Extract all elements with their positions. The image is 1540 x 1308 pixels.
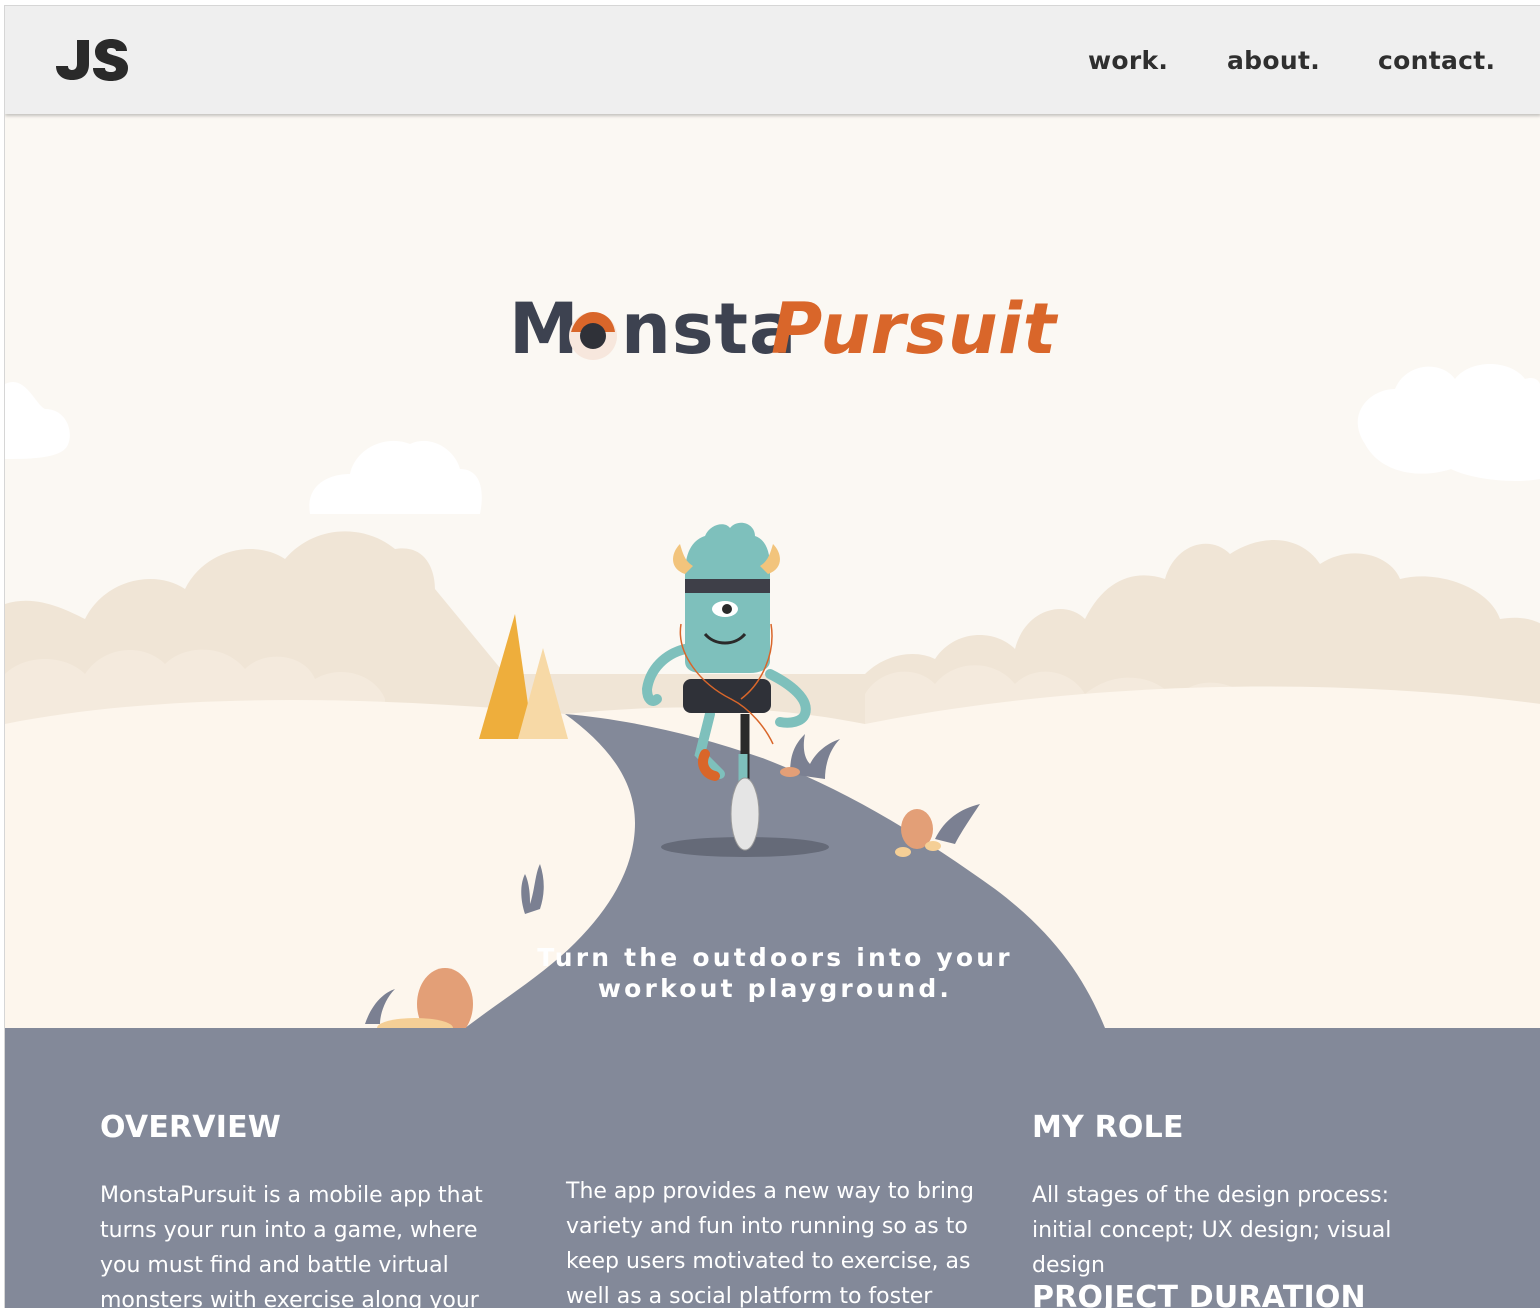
tagline-line-1: Turn the outdoors into your: [537, 943, 1013, 972]
overview-text-continued: The app provides a new way to bring vari…: [566, 1179, 974, 1308]
duration-heading: PROJECT DURATION: [1032, 1280, 1366, 1308]
white-clouds: [5, 364, 1540, 514]
js-logo-icon[interactable]: [55, 36, 129, 82]
brand-text-pursuit: Pursuit: [771, 288, 1057, 370]
hero-illustration: [5, 364, 1540, 1028]
project-info-section: OVERVIEW MonstaPursuit is a mobile app t…: [5, 1028, 1540, 1308]
nav-link-contact[interactable]: contact.: [1378, 46, 1495, 75]
role-text: All stages of the design process: initia…: [1032, 1183, 1392, 1278]
overview-heading: OVERVIEW: [100, 1110, 282, 1145]
overview-text: MonstaPursuit is a mobile app that turns…: [100, 1183, 483, 1308]
navbar: work. about. contact.: [5, 6, 1540, 114]
nav-link-work[interactable]: work.: [1088, 46, 1168, 75]
brand-logo: M nsta Pursuit: [509, 289, 1056, 369]
hero-tagline: Turn the outdoors into your workout play…: [525, 942, 1025, 1004]
tagline-line-2: workout playground.: [597, 974, 953, 1003]
role-heading: MY ROLE: [1032, 1110, 1184, 1145]
page-frame: work. about. contact. M nsta Pursuit Tur…: [4, 5, 1540, 1308]
monster-eye-icon: [569, 312, 617, 360]
hero-section: M nsta Pursuit Turn the outdoors into yo…: [5, 114, 1540, 1028]
nav-link-about[interactable]: about.: [1227, 46, 1320, 75]
